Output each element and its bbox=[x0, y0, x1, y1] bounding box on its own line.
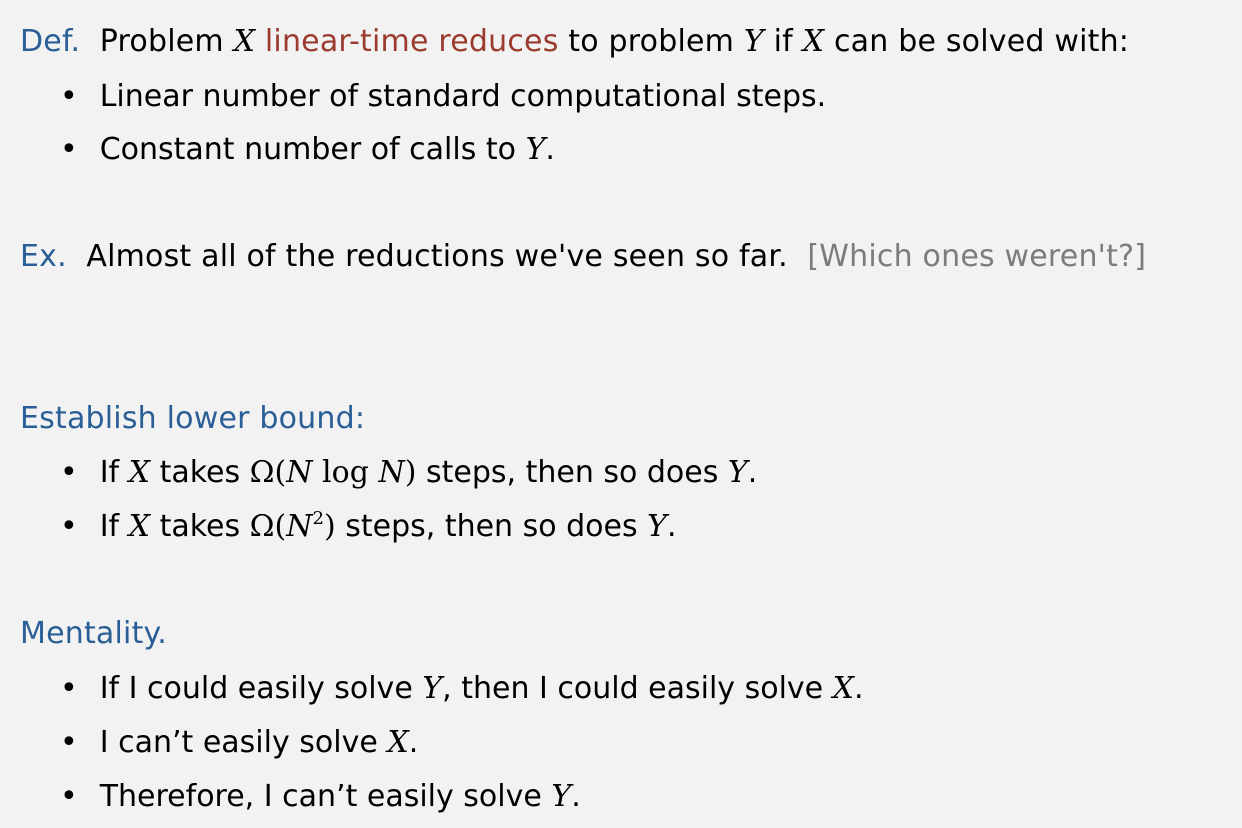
lower-bound-bullet-1: • If X takes Ω(N log N) steps, then so do… bbox=[60, 453, 757, 493]
def-text-3: if bbox=[773, 24, 793, 59]
bullet-dot: • bbox=[60, 132, 78, 167]
bullet-text-b: . bbox=[545, 132, 555, 167]
bullet-text: Therefore, I can’t easily solve Y. bbox=[100, 779, 581, 814]
text-a: I can’t easily solve bbox=[99, 725, 378, 760]
def-highlight: linear-time reduces bbox=[264, 24, 559, 59]
bullet-text: If X takes Ω(N log N) steps, then so doe… bbox=[100, 455, 758, 490]
bullet-dot: • bbox=[60, 509, 78, 544]
var-x: X bbox=[802, 24, 825, 59]
paren-close: ) bbox=[404, 455, 417, 490]
period: . bbox=[747, 455, 758, 490]
var-y: Y bbox=[422, 671, 443, 706]
text-a: Therefore, I can’t easily solve bbox=[99, 779, 542, 814]
bullet-text: If I could easily solve Y, then I could … bbox=[100, 671, 864, 706]
var-n: N bbox=[378, 455, 405, 490]
lower-bound-bullet-2: • If X takes Ω(N2) steps, then so does Y. bbox=[60, 507, 677, 547]
period: . bbox=[666, 509, 677, 544]
bullet-dot: • bbox=[60, 725, 78, 760]
var-y: Y bbox=[743, 24, 764, 59]
var-y: Y bbox=[551, 779, 572, 814]
bullet-dot: • bbox=[60, 671, 78, 706]
bullet-text: I can’t easily solve X. bbox=[100, 725, 419, 760]
mentality-bullet-2: • I can’t easily solve X. bbox=[60, 723, 418, 763]
word-if: If bbox=[99, 509, 120, 544]
bullet-dot: • bbox=[60, 779, 78, 814]
var-y: Y bbox=[525, 132, 546, 167]
mentality-bullet-1: • If I could easily solve Y, then I could… bbox=[60, 669, 864, 709]
ex-aside: [Which ones weren't?] bbox=[807, 239, 1147, 274]
bullet-dot: • bbox=[60, 455, 78, 490]
lower-bound-heading: Establish lower bound: bbox=[20, 401, 366, 436]
period: . bbox=[854, 671, 864, 706]
bullet-text: Linear number of standard computational … bbox=[99, 79, 827, 114]
var-n: N bbox=[286, 455, 313, 490]
slide: Def. Problem X linear-time reduces to pr… bbox=[20, 0, 1230, 828]
def-text-4: can be solved with: bbox=[833, 24, 1130, 59]
var-x: X bbox=[233, 24, 256, 59]
var-x: X bbox=[387, 725, 409, 760]
log-op: log bbox=[322, 455, 369, 490]
definition-bullet-2: • Constant number of calls to Y. bbox=[60, 130, 555, 170]
def-text-1: Problem bbox=[99, 24, 224, 59]
var-x: X bbox=[128, 509, 151, 544]
mentality-bullet-3: • Therefore, I can’t easily solve Y. bbox=[60, 777, 581, 817]
paren-close: ) bbox=[323, 509, 336, 544]
period: . bbox=[408, 725, 419, 760]
example-line: Ex. Almost all of the reductions we've s… bbox=[20, 237, 1146, 277]
var-n: N bbox=[286, 509, 313, 544]
var-y: Y bbox=[647, 509, 667, 544]
omega-open: Ω( bbox=[249, 509, 287, 544]
mentality-heading: Mentality. bbox=[20, 616, 167, 651]
def-text-2: to problem bbox=[568, 24, 735, 59]
bullet-text: If X takes Ω(N2) steps, then so does Y. bbox=[100, 509, 677, 544]
definition-bullet-1: • Linear number of standard computational… bbox=[60, 77, 826, 117]
bullet-rest: steps, then so does bbox=[425, 455, 719, 490]
def-label: Def. bbox=[20, 24, 81, 59]
bullet-text-a: Constant number of calls to bbox=[99, 132, 517, 167]
word-if: If bbox=[99, 455, 120, 490]
exponent: 2 bbox=[312, 508, 324, 529]
bullet-rest: steps, then so does bbox=[345, 509, 638, 544]
omega-open: Ω( bbox=[249, 455, 287, 490]
var-x: X bbox=[832, 671, 855, 706]
text-b: , then I could easily solve bbox=[442, 671, 824, 706]
ex-text: Almost all of the reductions we've seen … bbox=[86, 239, 788, 274]
bullet-dot: • bbox=[60, 79, 78, 114]
bullet-text: Constant number of calls to Y. bbox=[100, 132, 555, 167]
text-a: If I could easily solve bbox=[99, 671, 413, 706]
definition-line: Def. Problem X linear-time reduces to pr… bbox=[20, 22, 1129, 62]
var-y: Y bbox=[727, 455, 748, 490]
word-takes: takes bbox=[159, 455, 241, 490]
ex-label: Ex. bbox=[20, 239, 67, 274]
period: . bbox=[571, 779, 581, 814]
word-takes: takes bbox=[159, 509, 241, 544]
var-x: X bbox=[128, 455, 151, 490]
